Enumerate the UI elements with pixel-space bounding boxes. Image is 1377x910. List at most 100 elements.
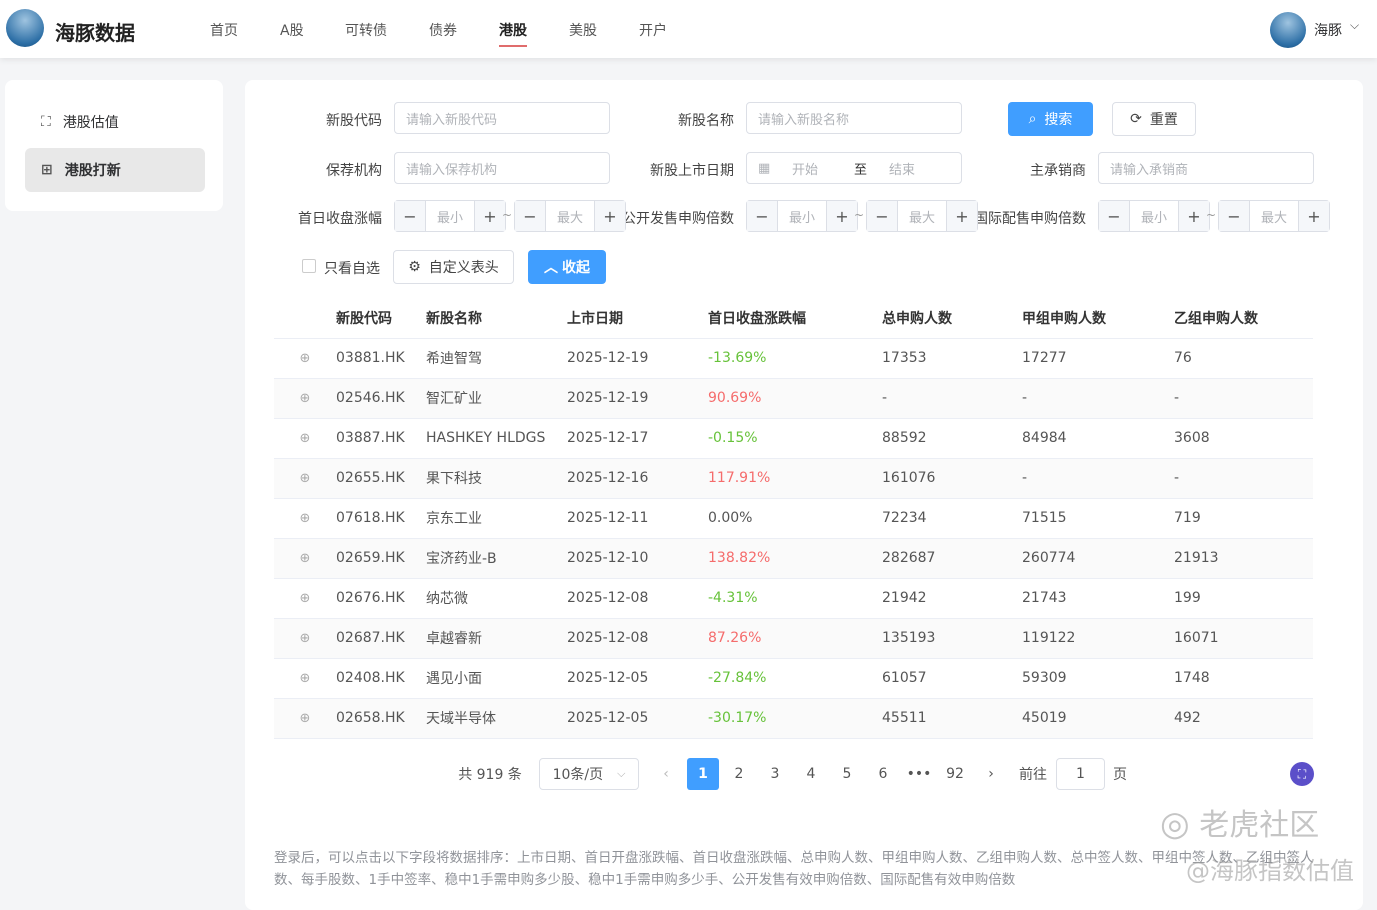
minus-icon[interactable]: − [1099,201,1129,231]
table-row[interactable]: ⊕ 03881.HK 希迪智驾 2025-12-19 -13.69% 17353 17277… [274,338,1313,379]
column-header[interactable]: 新股代码 [336,298,426,339]
stock-code: 02687.HK [336,618,426,659]
brand-name[interactable]: 海豚数据 [55,17,135,46]
user-name[interactable]: 海豚 [1314,20,1342,40]
minus-icon[interactable]: − [747,201,777,231]
minus-icon[interactable]: − [1219,201,1249,231]
page-button[interactable]: 2 [723,758,755,790]
watermark-handle: @海豚指数估值 [1186,857,1354,885]
goto-input[interactable]: 1 [1056,758,1105,790]
nav-home[interactable]: 首页 [210,20,238,40]
chevron-down-icon[interactable]: ⌵ [1350,18,1359,33]
table-row[interactable]: ⊕ 02408.HK 遇见小面 2025-12-05 -27.84% 61057 59309… [274,658,1313,699]
column-header[interactable]: 新股名称 [426,298,567,339]
plus-icon[interactable]: + [827,201,857,231]
chevron-down-icon: ⌵ [617,767,626,780]
next-page-icon[interactable]: › [980,758,1002,790]
date-start[interactable]: 开始 [792,159,854,178]
refresh-icon: ⟳ [1130,111,1142,127]
plus-icon[interactable]: + [595,201,625,231]
user-avatar[interactable] [1270,12,1306,48]
page-button[interactable]: 4 [795,758,827,790]
table-row[interactable]: ⊕ 02546.HK 智汇矿业 2025-12-19 90.69% - - - [274,378,1313,419]
table-row[interactable]: ⊕ 02658.HK 天域半导体 2025-12-05 -30.17% 45511 4501… [274,698,1313,739]
plus-icon[interactable]: + [947,201,977,231]
watchlist-label[interactable]: 只看自选 [324,258,380,278]
search-button[interactable]: ⌕ 搜索 [1008,102,1093,136]
group-a-applicants: 71515 [1022,498,1174,539]
column-header[interactable]: 乙组申购人数 [1174,298,1313,339]
close-change-max-input[interactable]: 最大 [545,201,595,231]
public-offer-min-input[interactable]: 最小 [777,201,827,231]
nav-hk-stocks[interactable]: 港股 [499,20,527,47]
intl-placing-max-input[interactable]: 最大 [1249,201,1299,231]
page-button[interactable]: 92 [939,758,971,790]
listing-date: 2025-12-08 [567,578,708,619]
intl-placing-min-input[interactable]: 最小 [1129,201,1179,231]
total-applicants: 21942 [882,578,1022,619]
table-row[interactable]: ⊕ 03887.HK HASHKEY HLDGS 2025-12-17 -0.15% 88… [274,418,1313,459]
expand-row-icon[interactable]: ⊕ [274,378,336,419]
underwriter-input[interactable]: 请输入承销商 [1098,152,1314,184]
expand-row-icon[interactable]: ⊕ [274,578,336,619]
page-unit: 页 [1113,767,1127,783]
public-offer-max-input[interactable]: 最大 [897,201,947,231]
nav-bonds[interactable]: 债券 [429,20,457,40]
nav-convertible[interactable]: 可转债 [345,20,387,40]
expand-row-icon[interactable]: ⊕ [274,498,336,539]
table-row[interactable]: ⊕ 07618.HK 京东工业 2025-12-11 0.00% 72234 71515 71… [274,498,1313,539]
listing-date-range[interactable]: ▦ 开始 至 结束 [746,152,962,184]
table-row[interactable]: ⊕ 02659.HK 宝济药业-B 2025-12-10 138.82% 282687 26… [274,538,1313,579]
prev-page-icon[interactable]: ‹ [655,758,677,790]
close-change-min-stepper[interactable]: − 最小 + [394,200,506,232]
intl-placing-max-stepper[interactable]: − 最大 + [1218,200,1330,232]
nav-us-stocks[interactable]: 美股 [569,20,597,40]
minus-icon[interactable]: − [867,201,897,231]
expand-row-icon[interactable]: ⊕ [274,338,336,379]
minus-icon[interactable]: − [395,201,425,231]
expand-row-icon[interactable]: ⊕ [274,698,336,739]
name-input[interactable]: 请输入新股名称 [746,102,962,134]
page-button[interactable]: 1 [687,758,719,790]
page-button[interactable]: 6 [867,758,899,790]
table-row[interactable]: ⊕ 02655.HK 果下科技 2025-12-16 117.91% 161076- - [274,458,1313,499]
custom-header-button[interactable]: ⚙ 自定义表头 [393,250,514,284]
column-header[interactable]: 总申购人数 [882,298,1022,339]
sidebar-item-hk-valuation[interactable]: ⛶ 港股估值 [25,100,205,144]
reset-button[interactable]: ⟳ 重置 [1112,102,1196,136]
plus-icon[interactable]: + [1299,201,1329,231]
watchlist-checkbox[interactable] [302,259,316,273]
column-header[interactable]: 上市日期 [567,298,708,339]
page-size-select[interactable]: 10条/页 ⌵ [539,758,639,790]
page-button[interactable]: 5 [831,758,863,790]
intl-placing-min-stepper[interactable]: − 最小 + [1098,200,1210,232]
fullscreen-icon[interactable]: ⛶ [1290,762,1314,786]
minus-icon[interactable]: − [515,201,545,231]
table-row[interactable]: ⊕ 02676.HK 纳芯微 2025-12-08 -4.31% 21942 21743 19… [274,578,1313,619]
nav-a-share[interactable]: A股 [280,20,304,40]
plus-icon[interactable]: + [1179,201,1209,231]
page-button[interactable]: 3 [759,758,791,790]
table-row[interactable]: ⊕ 02687.HK 卓越睿新 2025-12-08 87.26% 135193 11912… [274,618,1313,659]
code-input[interactable]: 请输入新股代码 [394,102,610,134]
column-header[interactable]: 首日收盘涨跌幅 [708,298,882,339]
dolphin-logo[interactable] [6,9,44,47]
public-offer-min-stepper[interactable]: − 最小 + [746,200,858,232]
expand-row-icon[interactable]: ⊕ [274,418,336,459]
public-offer-max-stepper[interactable]: − 最大 + [866,200,978,232]
expand-row-icon[interactable]: ⊕ [274,618,336,659]
expand-row-icon[interactable]: ⊕ [274,538,336,579]
nav-open-account[interactable]: 开户 [639,20,667,40]
date-end[interactable]: 结束 [889,159,915,178]
goto-label: 前往 [1019,767,1047,783]
collapse-button[interactable]: ︿ 收起 [528,250,606,284]
more-pages-icon[interactable]: ••• [903,758,935,790]
sidebar-item-hk-ipo[interactable]: ⊞ 港股打新 [25,148,205,192]
plus-icon[interactable]: + [475,201,505,231]
expand-row-icon[interactable]: ⊕ [274,458,336,499]
sponsor-input[interactable]: 请输入保荐机构 [394,152,610,184]
close-change-min-input[interactable]: 最小 [425,201,475,231]
expand-row-icon[interactable]: ⊕ [274,658,336,699]
column-header[interactable]: 甲组申购人数 [1022,298,1174,339]
close-change-max-stepper[interactable]: − 最大 + [514,200,626,232]
